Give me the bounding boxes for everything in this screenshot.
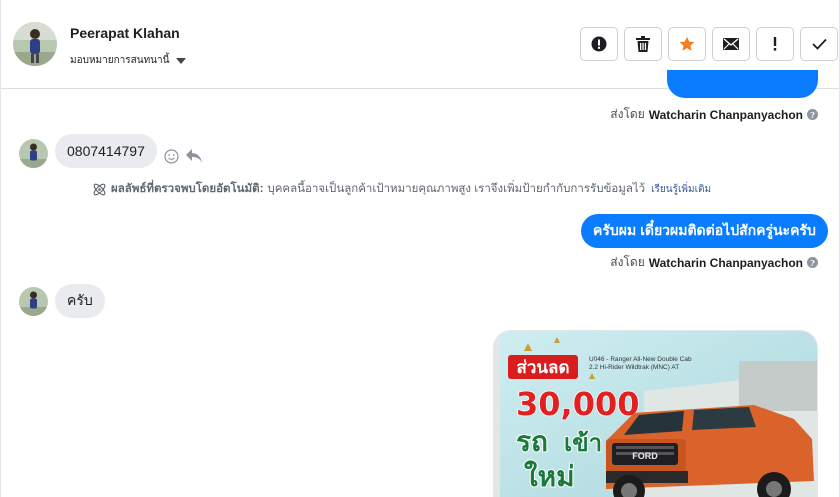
sender-name[interactable]: Watcharin Chanpanyachon	[649, 256, 803, 270]
promo-model-line1: U046 - Ranger All-New Double Cab	[589, 356, 692, 363]
smiley-icon[interactable]	[164, 149, 179, 164]
conversation-toolbar	[580, 27, 838, 61]
image-attachment[interactable]: ส่วนลด U046 - Ranger All-New Double Cab …	[493, 330, 818, 497]
sent-by-line: ส่งโดย Watcharin Chanpanyachon ?	[610, 105, 818, 124]
sent-by-label: ส่งโดย	[610, 255, 645, 269]
promo-slogan-1: รถ	[516, 425, 548, 458]
truck-grille-text: FORD	[632, 451, 658, 461]
assign-label: มอบหมายการสนทนานี้	[70, 55, 170, 66]
auto-note-text: บุคคลนี้อาจเป็นลูกค้าเป้าหมายคุณภาพสูง เ…	[267, 183, 646, 195]
mark-unread-button[interactable]	[712, 27, 750, 61]
chevron-down-icon	[176, 57, 187, 64]
message-text: 0807414797	[67, 143, 145, 159]
mark-done-button[interactable]	[800, 27, 838, 61]
promo-model-line2: 2.2 Hi-Rider Wildtrak (MNC) AT	[589, 364, 679, 371]
promo-slogan-3: ใหม่	[524, 460, 575, 493]
exclamation-icon	[773, 37, 777, 51]
auto-note-title: ผลลัพธ์ที่ตรวจพบโดยอัตโนมัติ:	[111, 183, 264, 195]
message-text: ครับ	[67, 292, 93, 308]
assign-conversation-dropdown[interactable]: มอบหมายการสนทนานี้	[70, 53, 187, 68]
atom-icon	[93, 183, 106, 195]
outgoing-message-bubble[interactable]	[667, 70, 818, 98]
contact-avatar[interactable]	[19, 287, 48, 316]
info-icon[interactable]: ?	[807, 257, 818, 268]
star-button[interactable]	[668, 27, 706, 61]
incoming-message-bubble[interactable]: ครับ	[55, 284, 105, 318]
info-icon[interactable]: ?	[807, 109, 818, 120]
check-icon	[811, 38, 827, 50]
learn-more-link[interactable]: เรียนรู้เพิ่มเติม	[651, 182, 711, 197]
promo-banner: ส่วนลด	[516, 358, 569, 378]
sent-by-line: ส่งโดย Watcharin Chanpanyachon ?	[610, 253, 818, 272]
mark-spam-button[interactable]	[580, 27, 618, 61]
sent-by-label: ส่งโดย	[610, 107, 645, 121]
pickup-truck: FORD	[606, 405, 814, 497]
avatar[interactable]	[13, 22, 57, 66]
trash-icon	[636, 36, 650, 52]
auto-detection-note: ผลลัพธ์ที่ตรวจพบโดยอัตโนมัติ: บุคคลนี้อา…	[92, 180, 711, 198]
exclamation-circle-icon	[591, 36, 607, 52]
follow-up-button[interactable]	[756, 27, 794, 61]
contact-avatar[interactable]	[19, 139, 48, 168]
message-text: ครับผม เดี๋ยวผมติดต่อไปสักครู่นะครับ	[593, 222, 816, 238]
promo-slogan-2: เข้า	[564, 429, 602, 457]
delete-button[interactable]	[624, 27, 662, 61]
star-icon	[679, 36, 695, 51]
envelope-icon	[723, 38, 739, 50]
outgoing-message-bubble[interactable]: ครับผม เดี๋ยวผมติดต่อไปสักครู่นะครับ	[581, 214, 828, 248]
reply-icon[interactable]	[185, 148, 203, 164]
contact-name[interactable]: Peerapat Klahan	[70, 25, 180, 41]
promo-image: ส่วนลด U046 - Ranger All-New Double Cab …	[494, 331, 817, 497]
sender-name[interactable]: Watcharin Chanpanyachon	[649, 108, 803, 122]
incoming-message-bubble[interactable]: 0807414797	[55, 134, 157, 168]
promo-amount: 30,000	[516, 385, 639, 423]
